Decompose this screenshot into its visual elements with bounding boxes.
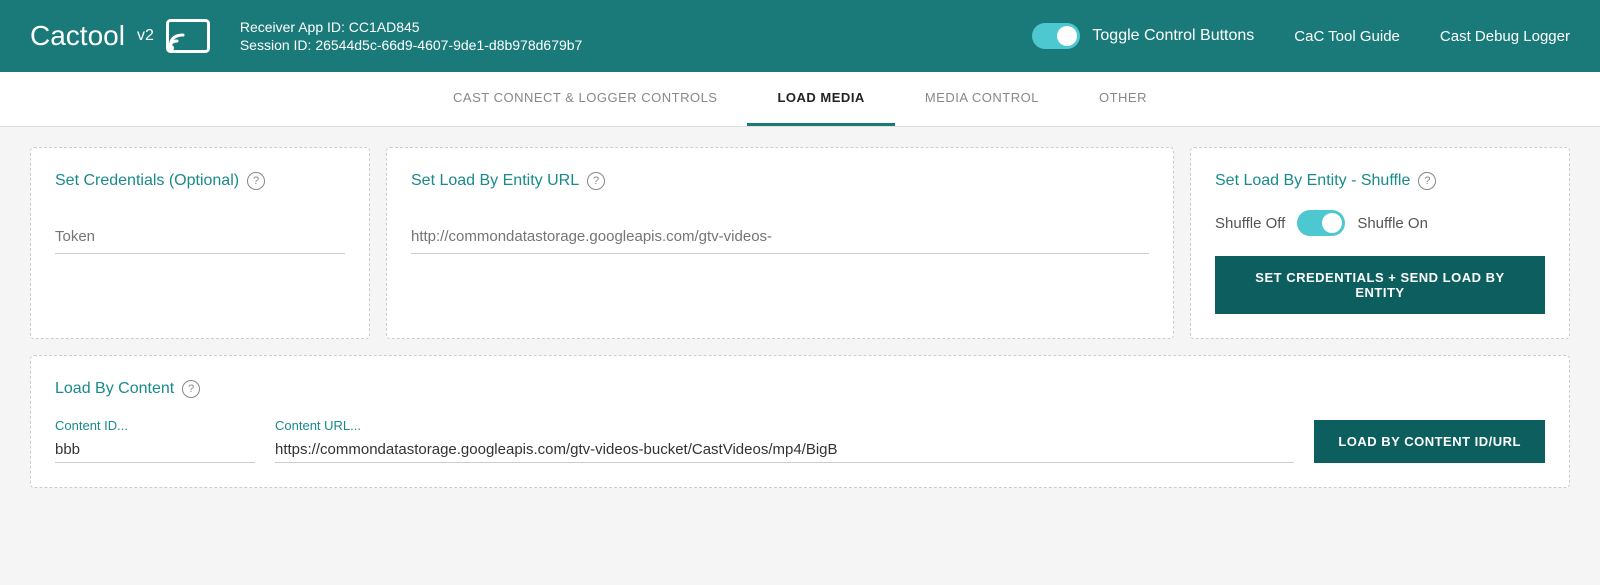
nav-guide[interactable]: CaC Tool Guide xyxy=(1294,28,1400,45)
entity-url-card: Set Load By Entity URL ? xyxy=(386,147,1174,339)
tab-cast-connect[interactable]: CAST CONNECT & LOGGER CONTROLS xyxy=(423,72,747,126)
load-content-card: Load By Content ? Content ID... Content … xyxy=(30,355,1570,488)
tab-other[interactable]: OTHER xyxy=(1069,72,1177,126)
shuffle-help-icon[interactable]: ? xyxy=(1418,172,1436,190)
content-url-input[interactable] xyxy=(275,437,1294,463)
control-buttons-toggle[interactable] xyxy=(1032,23,1080,49)
content-url-group: Content URL... xyxy=(275,418,1294,463)
toggle-section: Toggle Control Buttons xyxy=(1032,23,1254,49)
send-load-by-entity-button[interactable]: SET CREDENTIALS + SEND LOAD BY ENTITY xyxy=(1215,256,1545,314)
shuffle-off-label: Shuffle Off xyxy=(1215,215,1285,232)
credentials-card-title: Set Credentials (Optional) ? xyxy=(55,172,345,190)
tabs-bar: CAST CONNECT & LOGGER CONTROLS LOAD MEDI… xyxy=(0,72,1600,127)
content-id-input[interactable] xyxy=(55,437,255,463)
logo: Cactool v2 xyxy=(30,19,210,53)
toggle-label: Toggle Control Buttons xyxy=(1092,27,1254,45)
main-content: Set Credentials (Optional) ? Set Load By… xyxy=(0,127,1600,508)
logo-version: v2 xyxy=(137,27,154,45)
app-header: Cactool v2 Receiver App ID: CC1AD845 Ses… xyxy=(0,0,1600,72)
receiver-app-id: Receiver App ID: CC1AD845 xyxy=(240,19,993,35)
token-input[interactable] xyxy=(55,220,345,254)
shuffle-card-title: Set Load By Entity - Shuffle ? xyxy=(1215,172,1545,190)
load-content-row: Content ID... Content URL... LOAD BY CON… xyxy=(55,418,1545,463)
session-id: Session ID: 26544d5c-66d9-4607-9de1-d8b9… xyxy=(240,37,993,53)
credentials-help-icon[interactable]: ? xyxy=(247,172,265,190)
header-nav: CaC Tool Guide Cast Debug Logger xyxy=(1294,28,1570,45)
top-cards-row: Set Credentials (Optional) ? Set Load By… xyxy=(30,147,1570,339)
credentials-card: Set Credentials (Optional) ? xyxy=(30,147,370,339)
shuffle-toggle-row: Shuffle Off Shuffle On xyxy=(1215,210,1545,236)
content-id-group: Content ID... xyxy=(55,418,255,463)
shuffle-card: Set Load By Entity - Shuffle ? Shuffle O… xyxy=(1190,147,1570,339)
tab-load-media[interactable]: LOAD MEDIA xyxy=(747,72,894,126)
shuffle-toggle[interactable] xyxy=(1297,210,1345,236)
nav-logger[interactable]: Cast Debug Logger xyxy=(1440,28,1570,45)
entity-url-input[interactable] xyxy=(411,220,1149,254)
shuffle-on-label: Shuffle On xyxy=(1357,215,1428,232)
entity-url-help-icon[interactable]: ? xyxy=(587,172,605,190)
content-id-label: Content ID... xyxy=(55,418,255,433)
cast-icon xyxy=(166,19,210,53)
load-content-help-icon[interactable]: ? xyxy=(182,380,200,398)
content-url-label: Content URL... xyxy=(275,418,1294,433)
entity-url-card-title: Set Load By Entity URL ? xyxy=(411,172,1149,190)
load-content-title: Load By Content ? xyxy=(55,380,1545,398)
logo-text: Cactool xyxy=(30,20,125,52)
load-content-button[interactable]: LOAD BY CONTENT ID/URL xyxy=(1314,420,1545,463)
tab-media-control[interactable]: MEDIA CONTROL xyxy=(895,72,1069,126)
header-info: Receiver App ID: CC1AD845 Session ID: 26… xyxy=(240,19,993,53)
